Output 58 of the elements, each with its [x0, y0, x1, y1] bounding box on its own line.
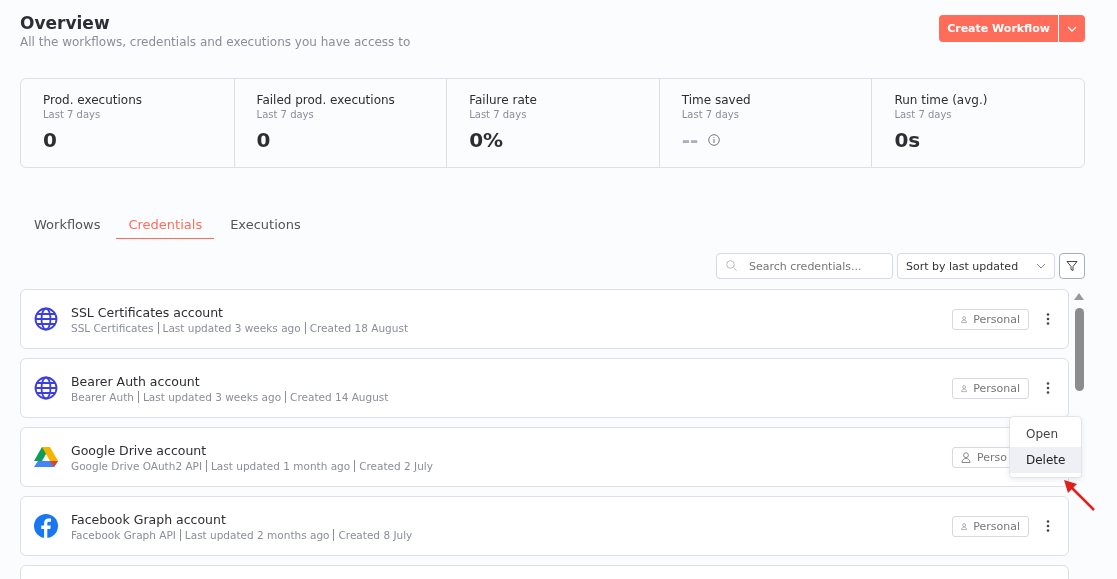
credential-card[interactable]: SSL Certificates account SSL Certificates Last updated 3 weeks ago Created 18 August Personal [20, 289, 1069, 349]
filter-icon [1066, 260, 1078, 272]
created-text: Created 18 August [304, 321, 409, 334]
created-text: Created 14 August [285, 390, 389, 403]
created-text: Created 8 July [333, 528, 413, 541]
search-field[interactable]: Search credentials... [716, 253, 893, 279]
credential-name: Facebook Graph account [71, 511, 227, 527]
page-subtitle: All the workflows, credentials and executions you have access to [20, 35, 411, 49]
credential-name: SSL Certificates account [71, 304, 225, 320]
dropdown-button[interactable] [1058, 15, 1085, 42]
facebook-icon [34, 514, 58, 538]
scrollbar-thumb[interactable] [1074, 308, 1084, 391]
drive-icon [34, 446, 58, 468]
owner-badge: Personal [952, 308, 1029, 330]
stat-period: Last 7 days [894, 109, 953, 120]
credential-card[interactable]: Bearer Auth account Bearer Auth Last updated 3 weeks ago Created 14 August Personal [20, 358, 1069, 418]
stat-period: Last 7 days [469, 109, 528, 120]
menu-item[interactable]: Open [1010, 421, 1081, 447]
globe-icon [34, 307, 58, 331]
info-icon[interactable] [708, 134, 721, 146]
tab[interactable]: Executions [218, 213, 313, 239]
sort-dropdown[interactable]: Sort by last updated [897, 253, 1055, 279]
stat-period: Last 7 days [43, 109, 102, 120]
page-title: Overview [20, 13, 111, 33]
stat-value: 0% [469, 128, 504, 152]
chevron-down-icon [1067, 25, 1077, 32]
credential-card[interactable]: Facebook Graph account Facebook Graph API Last updated 2 months ago Created 8 July Personal [20, 496, 1069, 556]
stat-period: Last 7 days [681, 109, 740, 120]
updated-text: Last updated 1 month ago [206, 459, 351, 472]
stat-label: Run time (avg.) [894, 93, 989, 107]
stat-value: 0 [256, 128, 271, 152]
updated-text: Last updated 2 months ago [179, 528, 330, 541]
chevron-down-icon [1036, 263, 1046, 269]
credential-type: Google Drive OAuth2 API [71, 459, 202, 472]
created-text: Created 2 July [354, 459, 433, 472]
owner-badge: Personal [952, 515, 1029, 537]
stat-label: Time saved [681, 93, 752, 107]
stat-value: -- [681, 128, 699, 152]
stat-label: Failed prod. executions [256, 93, 396, 107]
updated-text: Last updated 3 weeks ago [137, 390, 282, 403]
stat-label: Failure rate [469, 93, 538, 107]
globe-icon [34, 376, 58, 400]
credential-name: Google Drive account [71, 442, 208, 458]
credential-type: Facebook Graph API [71, 528, 176, 541]
arrow-icon [1062, 478, 1096, 512]
stat-period: Last 7 days [256, 109, 315, 120]
stat-label: Prod. executions [43, 93, 143, 107]
tab[interactable]: Workflows [22, 213, 113, 239]
stat-value: 0 [43, 128, 57, 152]
owner-badge: Personal [952, 377, 1029, 399]
stat-value: 0s [894, 128, 921, 152]
scroll-up-icon[interactable] [1074, 293, 1084, 300]
menu-item[interactable]: Delete [1010, 447, 1081, 473]
credential-type: Bearer Auth [71, 390, 134, 403]
credential-type: SSL Certificates [71, 321, 154, 334]
updated-text: Last updated 3 weeks ago [157, 321, 301, 334]
credential-name: Bearer Auth account [71, 373, 201, 389]
filter-button[interactable] [1059, 253, 1085, 279]
